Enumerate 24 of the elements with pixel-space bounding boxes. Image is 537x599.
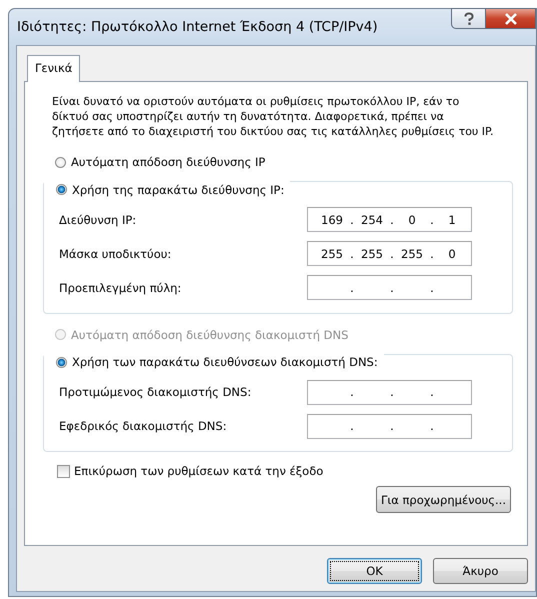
ip-address-field[interactable]: . . . [307, 380, 472, 404]
close-button[interactable] [486, 8, 536, 29]
radio-option[interactable]: Χρήση της παρακάτω διεύθυνσης IP: [56, 180, 284, 198]
ip-address-field[interactable]: . . . [307, 275, 472, 300]
ip-address-field[interactable]: 255 . 255 . 255 . 0 [307, 241, 472, 266]
description-text: Είναι δυνατό να οριστούν αυτόματα οι ρυθμίσεις πρωτοκόλλου IP, εάν το δίκτυό σας υποστηρίζει αυτήν τη δυνατότητα. Διαφορετικά, πρέπει να ζητήσετε από το διαχειριστή του δικτύου σας τις κατάλληλες ρυθμίσεις του IP. [52, 94, 494, 139]
tab[interactable]: Γενικά [27, 55, 80, 82]
dialog-button[interactable]: OK [327, 558, 422, 584]
close-icon [504, 12, 518, 24]
advanced-button[interactable]: Για προχωρημένους... [376, 486, 511, 513]
field-label: Εφεδρικός διακομιστής DNS: [59, 419, 227, 433]
ip-address-field[interactable]: 169 . 254 . 0 . 1 [307, 207, 472, 232]
field-label: Διεύθυνση IP: [59, 212, 136, 226]
help-button[interactable] [451, 8, 486, 29]
checkbox-option[interactable]: Επικύρωση των ρυθμίσεων κατά την έξοδο [57, 464, 512, 478]
field-label: Μάσκα υποδικτύου: [59, 246, 172, 260]
window-title: Ιδιότητες: Πρωτόκολλο Internet Έκδοση 4 (TCP/IPv4) [16, 19, 378, 35]
help-icon [462, 12, 474, 26]
dialog-button[interactable]: Άκυρο [433, 558, 528, 584]
field-label: Προεπιλεγμένη πύλη: [59, 280, 182, 294]
radio-option[interactable]: Αυτόματη απόδοση διεύθυνσης IP [55, 153, 512, 171]
ip-address-field[interactable]: . . . [307, 414, 472, 438]
radio-option[interactable]: Χρήση των παρακάτω διευθύνσεων διακομιστή DNS: [56, 353, 378, 371]
field-label: Προτιμώμενος διακομιστής DNS: [59, 385, 252, 399]
